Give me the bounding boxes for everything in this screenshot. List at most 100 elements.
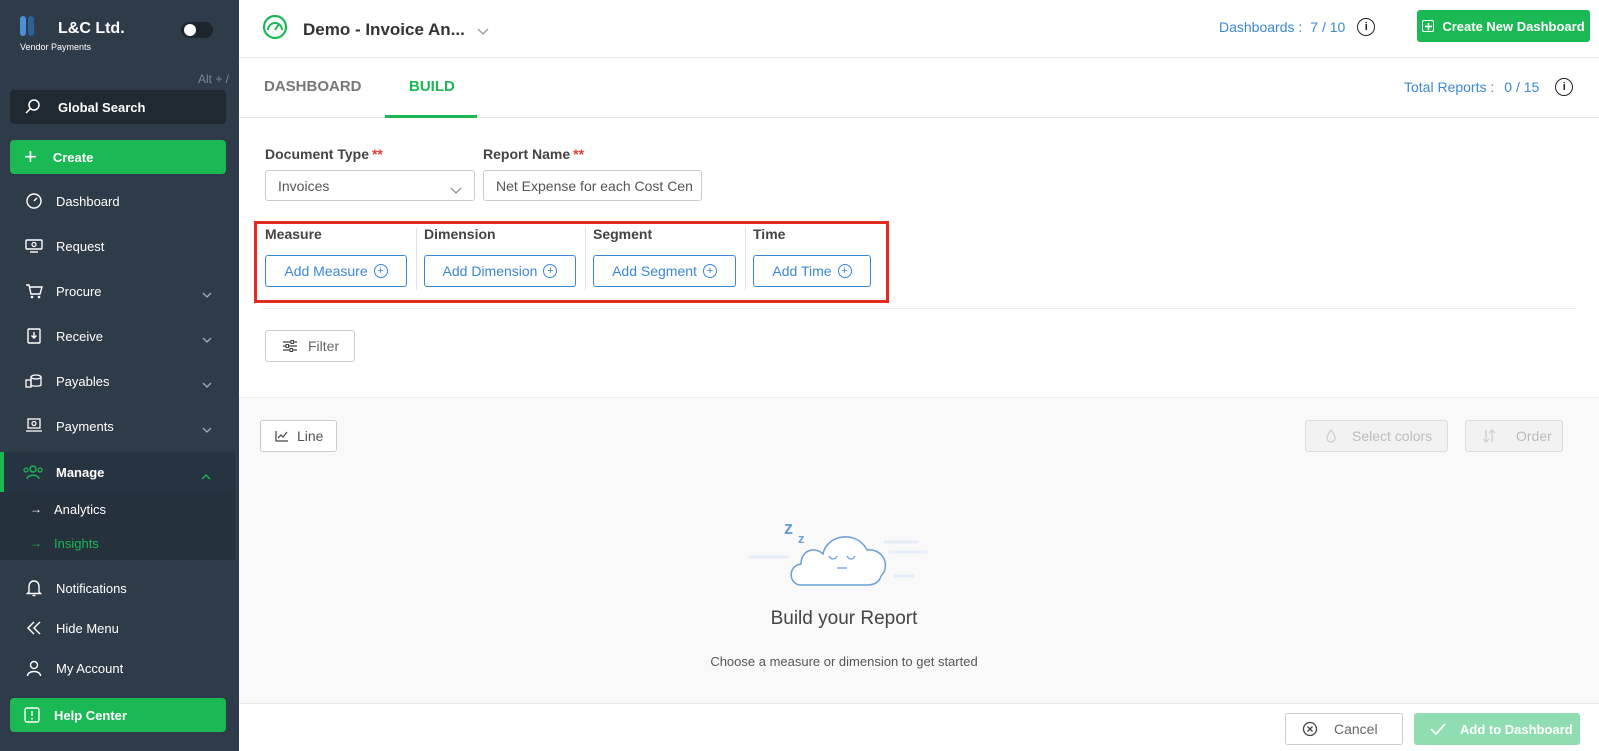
required-mark: ** — [371, 146, 383, 162]
time-label: Time — [753, 226, 786, 242]
svg-text:z: z — [798, 531, 805, 546]
gauge-icon — [261, 14, 289, 45]
close-circle-icon — [1302, 721, 1318, 737]
sidebar-item-label: Receive — [56, 328, 103, 344]
add-time-label: Add Time — [772, 263, 832, 279]
sidebar-item-notifications[interactable]: Notifications — [10, 571, 226, 605]
dashboard-selector[interactable]: Demo - Invoice An... — [261, 14, 489, 45]
select-colors-label: Select colors — [1352, 428, 1433, 444]
dimension-label: Dimension — [424, 226, 496, 242]
sidebar-item-label: Notifications — [56, 580, 127, 596]
add-segment-button[interactable]: Add Segment + — [593, 255, 736, 287]
order-label: Order — [1516, 428, 1552, 444]
add-measure-label: Add Measure — [284, 263, 368, 279]
dashboard-icon — [22, 192, 46, 210]
sidebar-item-payments[interactable]: Payments — [10, 409, 226, 443]
chevron-down-icon — [202, 376, 212, 391]
document-type-label: Document Type ** — [265, 146, 383, 162]
report-name-label: Report Name ** — [483, 146, 584, 162]
sidebar-item-receive[interactable]: Receive — [10, 319, 226, 353]
sidebar-item-manage[interactable]: Manage — [0, 452, 235, 492]
dashboards-count: Dashboards : 7 / 10 i — [1219, 18, 1376, 36]
sidebar-item-my-account[interactable]: My Account — [10, 651, 226, 685]
chart-type-button[interactable]: Line — [260, 420, 337, 452]
search-icon — [24, 98, 42, 116]
total-reports: Total Reports : 0 / 15 i — [1404, 78, 1574, 96]
sidebar-item-procure[interactable]: Procure — [10, 274, 226, 308]
order-button[interactable]: Order — [1465, 420, 1563, 452]
sliders-icon — [282, 339, 298, 353]
empty-state-title: Build your Report — [770, 608, 918, 629]
global-search-button[interactable]: Global Search — [10, 90, 226, 124]
create-label: Create — [52, 149, 94, 165]
chevron-up-icon — [201, 468, 211, 483]
global-search-label: Global Search — [58, 99, 146, 115]
measure-label: Measure — [265, 226, 322, 242]
sidebar-subitem-insights[interactable]: → Insights — [0, 526, 235, 560]
coins-icon — [22, 372, 46, 390]
cancel-label: Cancel — [1334, 721, 1378, 737]
line-chart-icon — [275, 430, 289, 442]
brand-name: L&C Ltd. — [58, 20, 125, 37]
create-button[interactable]: + Create — [10, 140, 226, 174]
request-icon — [22, 237, 46, 255]
sidebar-subitem-label: Analytics — [54, 501, 107, 517]
theme-toggle[interactable] — [181, 22, 213, 38]
sidebar-item-hide-menu[interactable]: Hide Menu — [10, 611, 226, 645]
sidebar-subitem-analytics[interactable]: → Analytics — [0, 492, 235, 526]
add-to-dashboard-label: Add to Dashboard — [1460, 721, 1573, 737]
dashboards-count-label: Dashboards : — [1219, 19, 1303, 35]
users-icon — [22, 464, 44, 480]
filter-label: Filter — [308, 338, 340, 354]
document-type-value: Invoices — [278, 177, 330, 194]
filter-button[interactable]: Filter — [265, 330, 355, 362]
sidebar-item-label: Manage — [56, 464, 105, 480]
arrow-right-icon: → — [30, 502, 42, 516]
total-reports-value: 0 / 15 — [1504, 79, 1540, 95]
chevron-down-icon — [477, 20, 489, 40]
select-colors-button[interactable]: Select colors — [1305, 420, 1448, 452]
cancel-button[interactable]: Cancel — [1285, 713, 1403, 745]
sidebar-item-request[interactable]: Request — [10, 229, 226, 263]
column-divider — [585, 228, 586, 290]
brand[interactable]: L&C Ltd. Vendor Payments — [18, 14, 125, 52]
sleeping-cloud-icon: z z — [749, 510, 929, 593]
sidebar-item-label: Dashboard — [56, 193, 120, 209]
brand-logo-icon — [18, 14, 40, 38]
create-new-dashboard-button[interactable]: Create New Dashboard — [1417, 10, 1590, 42]
sidebar-item-payables[interactable]: Payables — [10, 364, 226, 398]
plus-square-icon — [1422, 20, 1435, 32]
tab-dashboard[interactable]: DASHBOARD — [264, 78, 362, 95]
total-reports-label: Total Reports : — [1404, 79, 1495, 95]
cart-icon — [22, 282, 46, 300]
add-to-dashboard-button[interactable]: Add to Dashboard — [1414, 713, 1580, 745]
user-icon — [22, 659, 46, 677]
create-new-dashboard-label: Create New Dashboard — [1442, 18, 1585, 34]
sidebar: L&C Ltd. Vendor Payments Alt + / Global … — [0, 0, 239, 751]
brand-subtitle: Vendor Payments — [20, 42, 92, 52]
payments-icon — [22, 417, 46, 435]
dashboards-count-value: 7 / 10 — [1310, 19, 1346, 35]
empty-state-subtitle: Choose a measure or dimension to get sta… — [710, 654, 978, 669]
dashboard-title: Demo - Invoice An... — [303, 19, 465, 39]
tab-build[interactable]: BUILD — [409, 78, 455, 95]
sidebar-item-dashboard[interactable]: Dashboard — [10, 184, 226, 218]
chevron-down-icon — [202, 286, 212, 301]
sidebar-item-label: Hide Menu — [56, 620, 119, 636]
report-name-value: Net Expense for each Cost Cen — [496, 177, 693, 194]
add-dimension-label: Add Dimension — [442, 263, 538, 279]
segment-label: Segment — [593, 226, 653, 242]
plus-circle-icon: + — [543, 264, 558, 278]
add-time-button[interactable]: Add Time + — [753, 255, 871, 287]
help-center-button[interactable]: Help Center — [10, 698, 226, 732]
add-measure-button[interactable]: Add Measure + — [265, 255, 407, 287]
info-icon[interactable]: i — [1357, 18, 1376, 36]
chevron-down-icon — [202, 421, 212, 436]
add-dimension-button[interactable]: Add Dimension + — [424, 255, 576, 287]
sidebar-subitem-label: Insights — [54, 535, 99, 551]
plus-circle-icon: + — [837, 264, 852, 278]
report-name-input[interactable]: Net Expense for each Cost Cen — [483, 170, 702, 201]
info-icon[interactable]: i — [1555, 78, 1574, 96]
active-tab-indicator — [385, 115, 477, 118]
document-type-select[interactable]: Invoices — [265, 170, 475, 201]
